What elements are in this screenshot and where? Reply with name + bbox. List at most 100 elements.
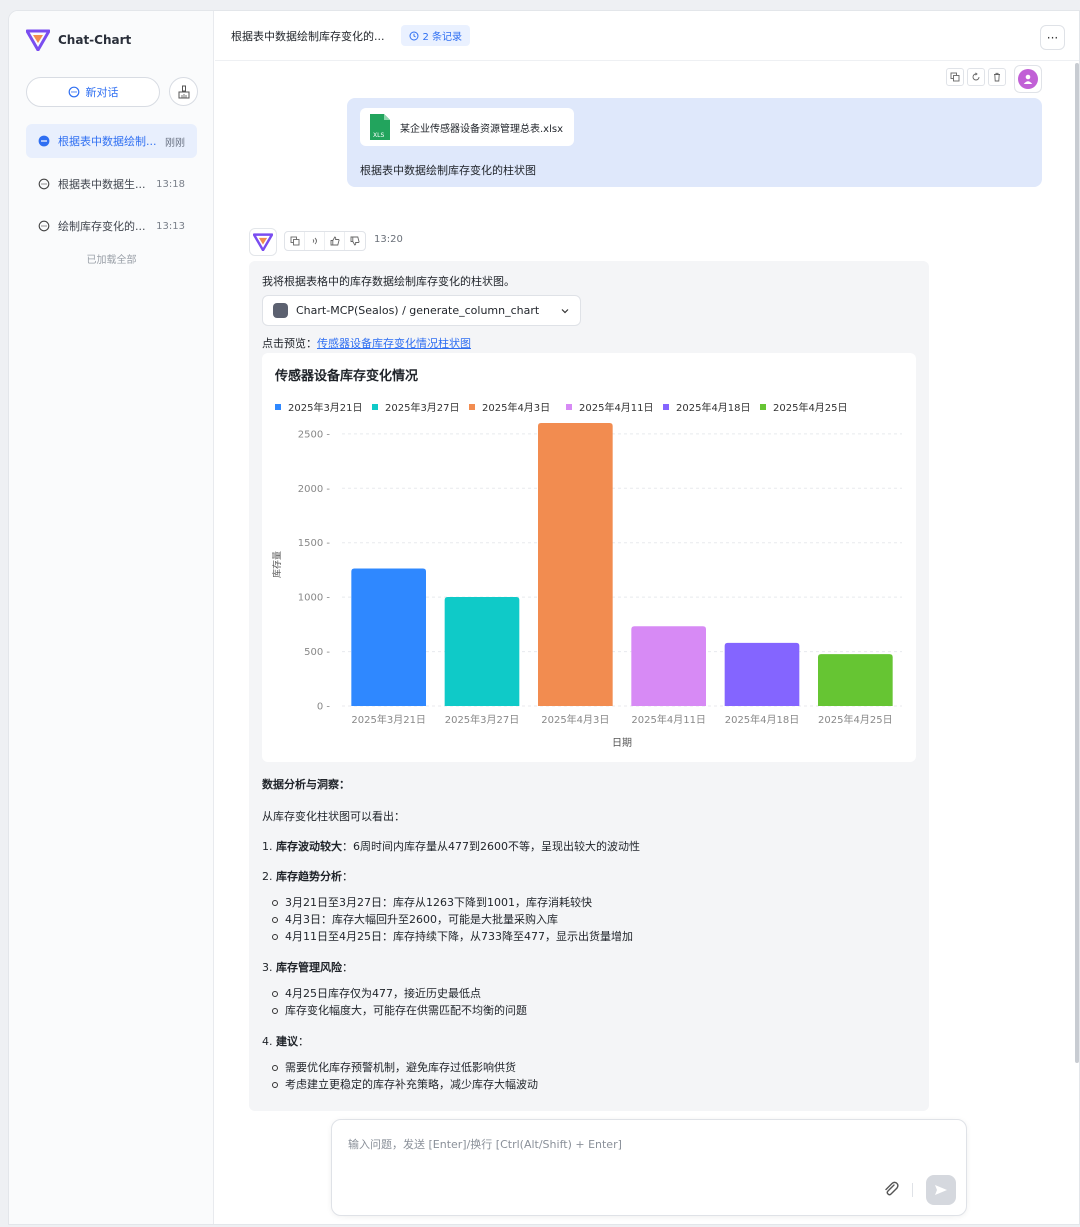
tool-call-dropdown[interactable]: Chart-MCP(Sealos) / generate_column_char…	[262, 295, 581, 326]
point-colon: ：	[342, 961, 353, 974]
send-icon	[935, 1185, 947, 1195]
x-tick-label: 2025年3月27日	[445, 713, 520, 726]
scrollbar[interactable]	[1075, 63, 1079, 1063]
more-options-button[interactable]: ···	[1040, 25, 1065, 50]
y-axis-label: 库存量	[271, 551, 283, 578]
dislike-button[interactable]	[345, 232, 365, 250]
history-item-1[interactable]: 根据表中数据生... 13:18	[26, 167, 197, 201]
list-item: 库存变化幅度大，可能存在供需匹配不均衡的问题	[272, 1002, 912, 1019]
file-attachment[interactable]: XLS 某企业传感器设备资源管理总表.xlsx	[360, 108, 574, 146]
point-colon: ：	[298, 1035, 309, 1048]
point-title: 建议	[276, 1035, 298, 1048]
read-aloud-button[interactable]	[305, 232, 325, 250]
thumbs-down-icon	[350, 236, 360, 246]
x-tick-label: 2025年4月25日	[818, 713, 893, 726]
legend-swatch	[372, 404, 378, 410]
plugin-icon	[273, 303, 288, 318]
analysis-intro: 从库存变化柱状图可以看出：	[262, 810, 405, 823]
legend-label: 2025年4月11日	[579, 401, 654, 414]
app-name: Chat-Chart	[58, 33, 132, 47]
message-composer	[331, 1119, 967, 1216]
send-button[interactable]	[926, 1175, 956, 1205]
logo-icon	[26, 29, 50, 51]
list-item: 4月11日至4月25日：库存持续下降，从733降至477，显示出货量增加	[272, 928, 912, 945]
chart-bar	[351, 568, 426, 706]
history-time: 13:18	[156, 178, 185, 190]
chat-bubble-icon	[38, 178, 50, 190]
chart-bar	[538, 423, 613, 706]
excel-file-icon: XLS	[370, 114, 390, 140]
chevron-down-icon	[561, 308, 569, 313]
preview-line: 点击预览：传感器设备库存变化情况柱状图	[262, 335, 471, 351]
legend-label: 2025年4月3日	[482, 401, 550, 414]
y-tick-label: 2500 -	[298, 429, 331, 440]
analysis-section: 数据分析与洞察： 从库存变化柱状图可以看出： 1. 库存波动较大：6周时间内库存…	[262, 776, 912, 1107]
chat-bubble-icon	[68, 86, 79, 98]
legend-label: 2025年4月25日	[773, 401, 848, 414]
point-number: 3.	[262, 961, 273, 974]
point-title: 库存管理风险	[276, 961, 342, 974]
chart-title: 传感器设备库存变化情况	[274, 368, 418, 384]
assistant-avatar	[249, 228, 277, 256]
new-chat-button[interactable]: 新对话	[26, 77, 160, 107]
assistant-message-time: 13:20	[374, 234, 403, 245]
top-bar: 根据表中数据绘制库存变化的... 2 条记录 ···	[215, 11, 1079, 61]
history-item-0[interactable]: 根据表中数据绘制... 刚刚	[26, 124, 197, 158]
user-message-tools	[946, 68, 1006, 86]
delete-button[interactable]	[988, 68, 1006, 86]
legend-swatch	[275, 404, 281, 410]
chart-bar	[818, 654, 893, 706]
file-name: 某企业传感器设备资源管理总表.xlsx	[400, 123, 564, 135]
chart-bar	[724, 642, 800, 706]
trash-icon	[994, 72, 1000, 82]
point-colon: ：	[342, 870, 353, 883]
brand: Chat-Chart	[26, 29, 131, 51]
assistant-message-tools	[284, 231, 366, 251]
paperclip-icon[interactable]	[882, 1180, 900, 1198]
message-input[interactable]	[348, 1136, 948, 1176]
history-time: 13:13	[156, 220, 185, 232]
x-tick-label: 2025年3月21日	[351, 713, 426, 726]
list-item: 4月25日库存仅为477，接近历史最低点	[272, 985, 912, 1002]
chat-bubble-icon	[38, 135, 50, 147]
retry-button[interactable]	[967, 68, 985, 86]
preview-link[interactable]: 传感器设备库存变化情况柱状图	[317, 337, 471, 350]
clock-icon	[409, 31, 418, 40]
analysis-point-1: 1. 库存波动较大：6周时间内库存量从477到2600不等，呈现出较大的波动性	[262, 838, 912, 854]
history-title: 绘制库存变化的...	[58, 220, 146, 233]
tool-call-label: Chart-MCP(Sealos) / generate_column_char…	[296, 304, 540, 317]
point-number: 1.	[262, 840, 273, 853]
user-avatar[interactable]	[1014, 65, 1042, 93]
ellipsis-icon: ···	[1046, 30, 1059, 45]
list-item: 考虑建立更稳定的库存补充策略，减少库存大幅波动	[272, 1076, 912, 1093]
history-item-2[interactable]: 绘制库存变化的... 13:13	[26, 209, 197, 243]
new-chat-label: 新对话	[85, 86, 119, 99]
y-tick-label: 2000 -	[298, 484, 331, 495]
divider	[912, 1183, 913, 1197]
point-number: 4.	[262, 1035, 273, 1048]
analysis-point-4: 4. 建议：	[262, 1033, 912, 1049]
point-title: 库存波动较大	[276, 840, 342, 853]
x-axis-label: 日期	[612, 737, 632, 749]
list-item: 4月3日：库存大幅回升至2600，可能是大批量采购入库	[272, 911, 912, 928]
column-chart: 传感器设备库存变化情况 2025年3月21日 2025年3月27日 2025年4月3日…	[271, 368, 902, 749]
chart-bar	[444, 597, 520, 706]
y-tick-label: 0 -	[317, 702, 331, 713]
analysis-point-2: 2. 库存趋势分析：	[262, 868, 912, 884]
like-button[interactable]	[325, 232, 345, 250]
records-badge[interactable]: 2 条记录	[400, 25, 471, 46]
point-title: 库存趋势分析	[276, 870, 342, 883]
loaded-all-text: 已加载全部	[86, 255, 137, 266]
thumbs-up-icon	[330, 236, 340, 246]
copy-button[interactable]	[285, 232, 305, 250]
legend-swatch	[663, 404, 669, 410]
copy-icon	[950, 72, 960, 82]
copy-button[interactable]	[946, 68, 964, 86]
y-tick-label: 1500 -	[298, 538, 331, 549]
chat-title: 根据表中数据绘制库存变化的...	[231, 29, 385, 43]
records-label: 2 条记录	[422, 32, 463, 43]
chat-bubble-icon	[38, 220, 50, 232]
clear-history-button[interactable]	[169, 77, 198, 106]
history-time: 刚刚	[165, 137, 185, 149]
list-item: 需要优化库存预警机制，避免库存过低影响供货	[272, 1059, 912, 1076]
